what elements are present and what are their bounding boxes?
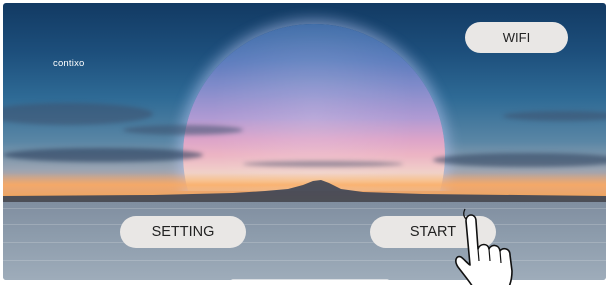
wifi-button[interactable]: WIFI	[465, 22, 568, 53]
home-indicator	[231, 279, 389, 280]
setting-button[interactable]: SETTING	[120, 216, 246, 248]
hand-tap-icon	[455, 208, 513, 285]
brand-label: contixo	[53, 58, 85, 69]
